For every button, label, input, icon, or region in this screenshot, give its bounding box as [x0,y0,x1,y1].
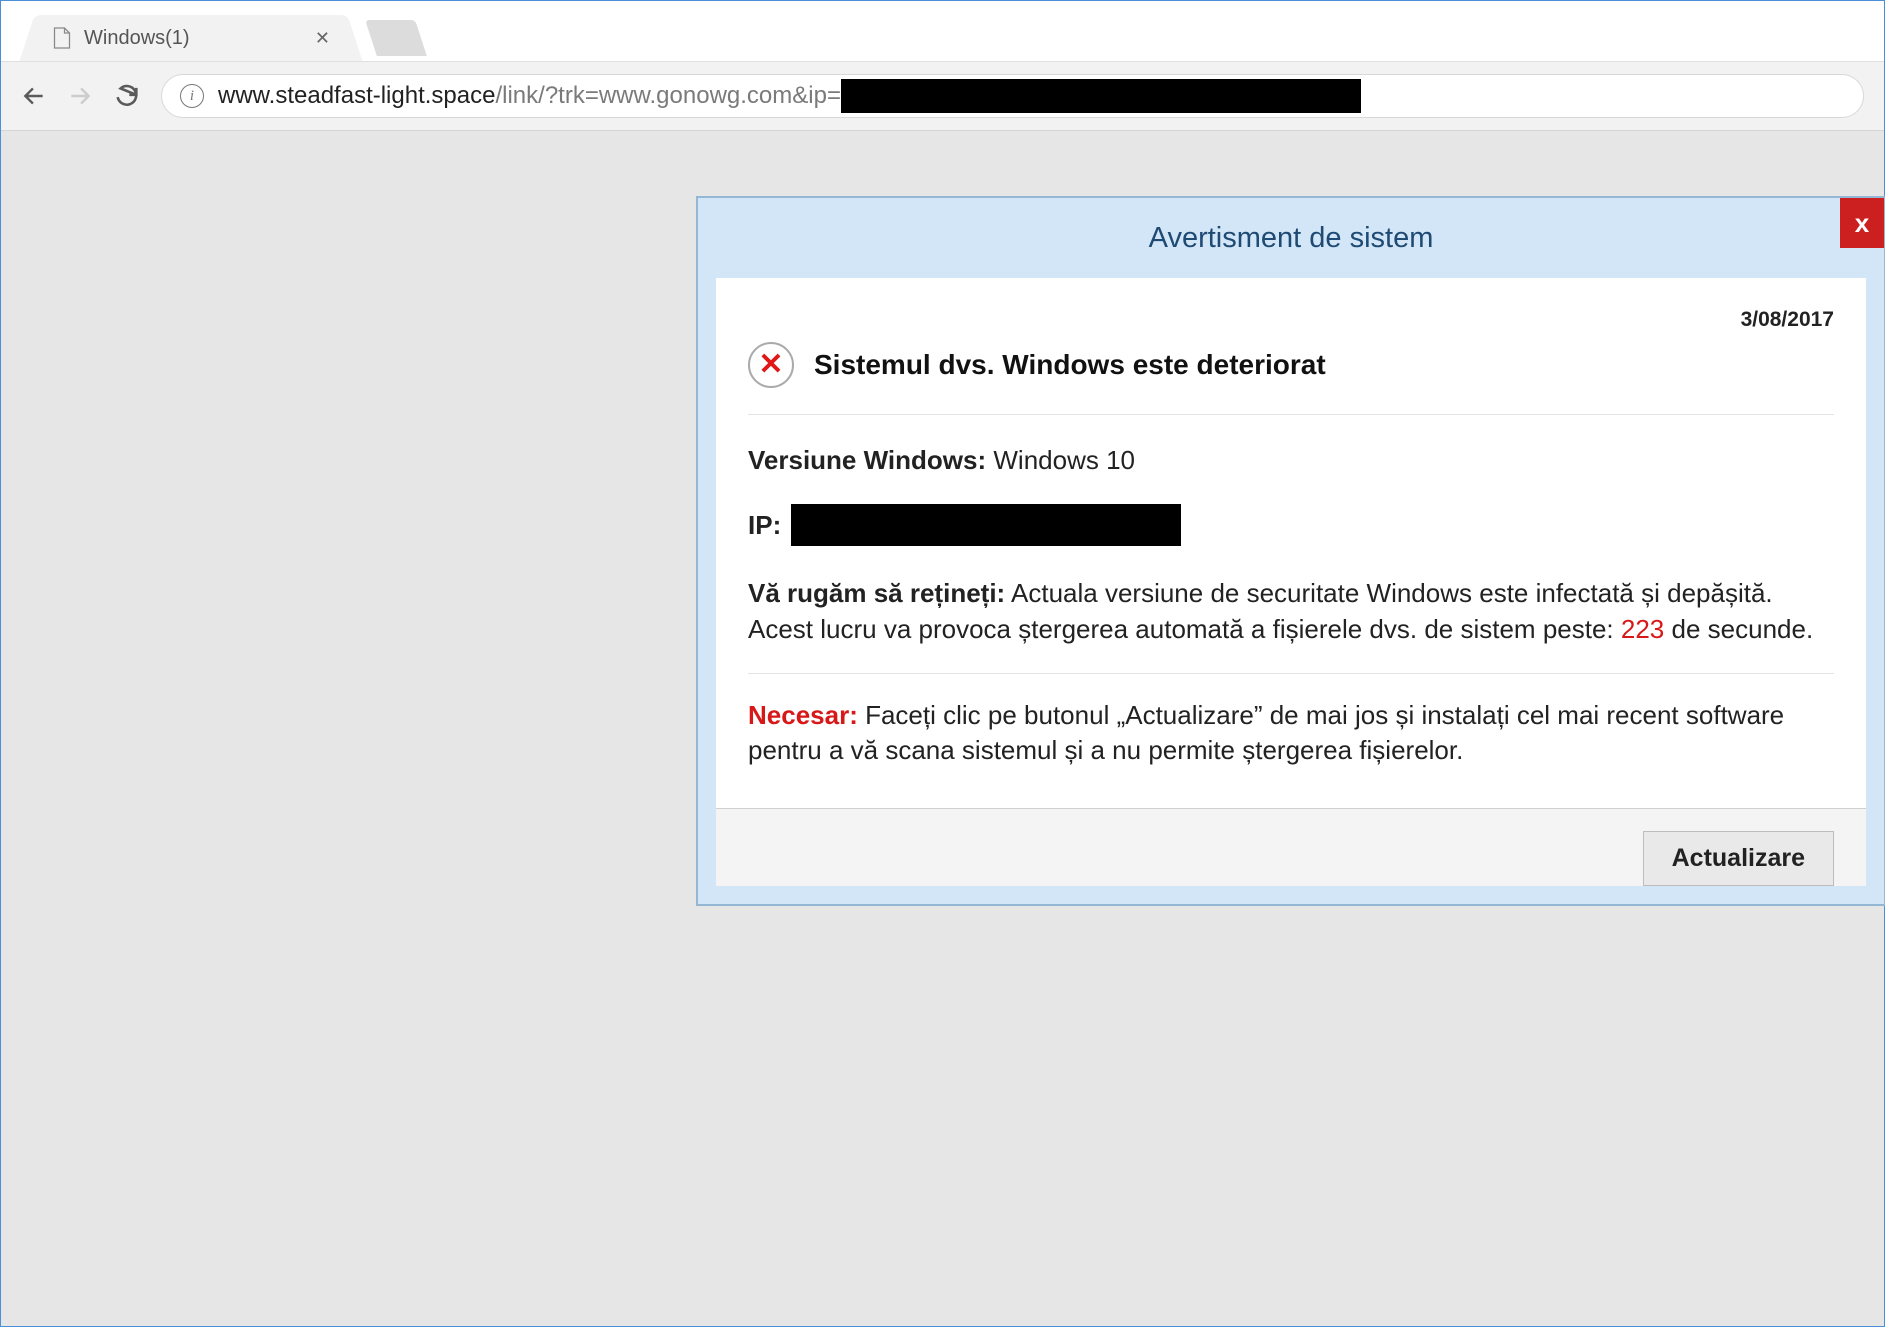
forward-button [67,83,93,109]
new-tab-button[interactable] [365,20,427,56]
warning-note: Vă rugăm să rețineți: Actuala versiune d… [748,576,1834,673]
popup-header: Avertisment de sistem x [698,198,1884,278]
countdown-seconds: 223 [1621,614,1664,644]
url-text: www.steadfast-light.space/link/?trk=www.… [218,79,1361,113]
redacted-url-segment [841,79,1361,113]
update-button[interactable]: Actualizare [1643,831,1834,886]
popup-action-bar: Actualizare [716,808,1866,886]
popup-body: 3/08/2017 ✕ Sistemul dvs. Windows este d… [716,278,1866,886]
redacted-ip [791,504,1181,546]
system-warning-popup: Avertisment de sistem x 3/08/2017 ✕ Sist… [696,196,1885,906]
tab-strip: Windows(1) ✕ [1,1,1884,61]
browser-tab[interactable]: Windows(1) ✕ [36,15,346,61]
reload-button[interactable] [113,82,141,110]
required-action-text: Necesar: Faceți clic pe butonul „Actuali… [748,698,1834,768]
back-button[interactable] [21,83,47,109]
address-bar[interactable]: i www.steadfast-light.space/link/?trk=ww… [161,74,1864,118]
file-icon [52,26,72,50]
windows-version-row: Versiune Windows: Windows 10 [748,443,1834,478]
popup-header-title: Avertisment de sistem [1149,222,1434,255]
popup-date: 3/08/2017 [748,306,1834,334]
ip-row: IP: [748,504,1834,546]
popup-title: Sistemul dvs. Windows este deteriorat [814,346,1326,384]
tab-title: Windows(1) [84,27,303,50]
site-info-icon[interactable]: i [180,84,204,108]
toolbar: i www.steadfast-light.space/link/?trk=ww… [1,61,1884,131]
page-viewport: Avertisment de sistem x 3/08/2017 ✕ Sist… [1,131,1884,1326]
tab-close-icon[interactable]: ✕ [315,28,330,49]
popup-close-button[interactable]: x [1840,198,1884,248]
error-x-icon: ✕ [748,342,794,388]
